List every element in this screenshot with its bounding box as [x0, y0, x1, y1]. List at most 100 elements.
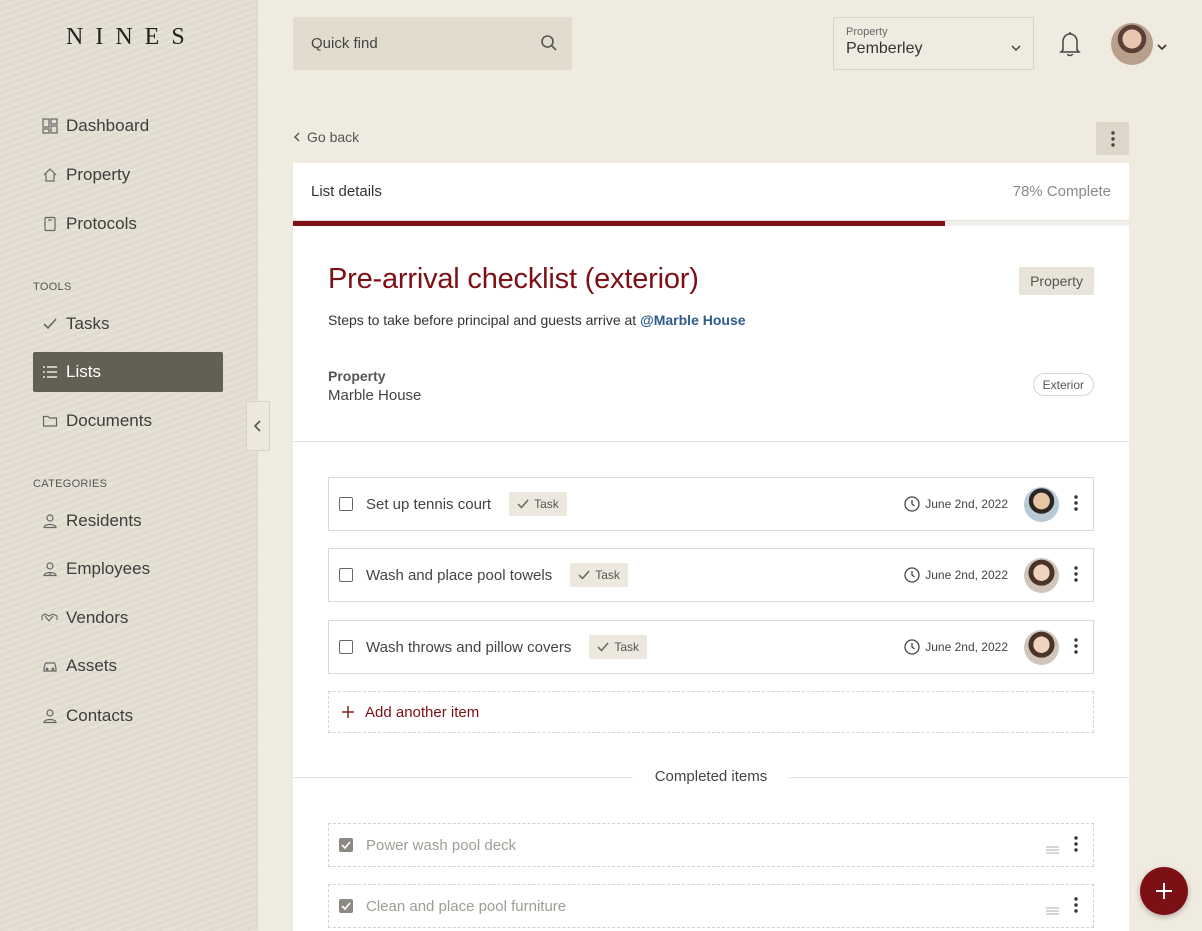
sidebar-item-label: Tasks	[66, 314, 110, 333]
sidebar-item-label: Protocols	[66, 214, 137, 233]
assignee-avatar[interactable]	[1024, 558, 1059, 593]
list-item[interactable]: Wash throws and pillow covers Task June …	[328, 620, 1094, 674]
item-label: Clean and place pool furniture	[366, 897, 567, 915]
sidebar-item-property[interactable]: Property	[33, 155, 223, 195]
car-icon	[41, 658, 58, 675]
item-label: Wash and place pool towels	[366, 566, 553, 584]
sidebar-item-contacts[interactable]: Contacts	[33, 696, 223, 736]
sidebar-item-tasks[interactable]: Tasks	[33, 304, 223, 344]
bell-icon[interactable]	[1058, 30, 1082, 63]
item-date-text: June 2nd, 2022	[925, 497, 1008, 511]
item-date: June 2nd, 2022	[904, 639, 1008, 655]
sidebar-item-residents[interactable]: Residents	[33, 501, 223, 541]
sidebar-item-label: Assets	[66, 656, 118, 675]
item-menu-button[interactable]	[1074, 566, 1078, 587]
add-item-button[interactable]: Add another item	[328, 691, 1094, 733]
sidebar-item-label: Lists	[66, 362, 101, 381]
item-checkbox[interactable]	[339, 497, 353, 511]
kebab-icon	[1074, 897, 1078, 913]
sidebar-item-employees[interactable]: Employees	[33, 549, 223, 589]
more-options-button[interactable]	[1096, 122, 1129, 155]
employee-icon	[41, 561, 58, 578]
assignee-avatar[interactable]	[1024, 630, 1059, 665]
drag-handle-icon[interactable]	[1046, 841, 1059, 859]
sidebar-item-label: Documents	[66, 411, 152, 430]
contacts-icon	[41, 708, 58, 725]
meta-label: Property	[328, 368, 386, 384]
card-header: List details 78% Complete	[293, 163, 1129, 220]
area-pill: Exterior	[1032, 373, 1094, 396]
completed-item[interactable]: Clean and place pool furniture	[328, 884, 1094, 928]
search-input[interactable]	[311, 35, 531, 52]
search-box[interactable]	[293, 17, 572, 70]
list-item[interactable]: Set up tennis court Task June 2nd, 2022	[328, 477, 1094, 531]
check-icon	[597, 642, 609, 652]
chevron-left-icon	[253, 420, 261, 432]
clock-icon	[904, 567, 920, 583]
property-select[interactable]: Property Pemberley	[833, 17, 1034, 70]
property-mention-link[interactable]: @Marble House	[640, 312, 745, 328]
item-menu-button[interactable]	[1074, 495, 1078, 516]
search-icon[interactable]	[540, 34, 558, 57]
assignee-avatar[interactable]	[1024, 487, 1059, 522]
person-icon	[41, 513, 58, 530]
item-label: Power wash pool deck	[366, 836, 517, 854]
property-select-label: Property	[846, 26, 888, 38]
plus-icon	[342, 706, 354, 718]
item-checkbox[interactable]	[339, 568, 353, 582]
check-icon	[578, 570, 590, 580]
item-checkbox-checked[interactable]	[339, 838, 353, 852]
list-details-card: List details 78% Complete Pre-arrival ch…	[293, 163, 1129, 931]
sidebar-item-dashboard[interactable]: Dashboard	[33, 106, 223, 146]
sidebar-item-protocols[interactable]: Protocols	[33, 204, 223, 244]
divider	[293, 441, 1129, 442]
chevron-down-icon[interactable]	[1157, 38, 1167, 56]
item-menu-button[interactable]	[1074, 638, 1078, 659]
list-title: Pre-arrival checklist (exterior)	[328, 263, 699, 295]
completion-text: 78% Complete	[1012, 183, 1111, 200]
list-item[interactable]: Wash and place pool towels Task June 2nd…	[328, 548, 1094, 602]
chevron-left-icon	[294, 132, 300, 142]
completed-items-heading: Completed items	[633, 768, 789, 785]
sidebar-item-lists[interactable]: Lists	[33, 352, 223, 392]
check-icon	[41, 316, 58, 333]
progress-bar	[293, 220, 1129, 226]
item-menu-button[interactable]	[1074, 897, 1078, 918]
drag-handle-icon[interactable]	[1046, 902, 1059, 920]
card-title: List details	[311, 183, 382, 200]
item-checkbox[interactable]	[339, 640, 353, 654]
completed-item[interactable]: Power wash pool deck	[328, 823, 1094, 867]
task-tag: Task	[570, 563, 628, 587]
sidebar-item-label: Property	[66, 165, 131, 184]
item-date-text: June 2nd, 2022	[925, 568, 1008, 582]
item-checkbox-checked[interactable]	[339, 899, 353, 913]
sidebar-item-label: Vendors	[66, 608, 129, 627]
item-date: June 2nd, 2022	[904, 496, 1008, 512]
add-fab-button[interactable]	[1140, 867, 1188, 915]
kebab-icon	[1074, 495, 1078, 511]
item-date: June 2nd, 2022	[904, 567, 1008, 583]
task-tag: Task	[509, 492, 567, 516]
sidebar-item-assets[interactable]: Assets	[33, 646, 223, 686]
logo[interactable]: NINES	[66, 24, 197, 51]
sidebar-item-documents[interactable]: Documents	[33, 401, 223, 441]
sidebar: NINES Dashboard Property Protocols TOOLS…	[0, 0, 258, 931]
tools-section-label: TOOLS	[33, 281, 72, 293]
go-back-link[interactable]: Go back	[294, 129, 359, 145]
chevron-down-icon	[1011, 39, 1021, 57]
check-icon	[341, 902, 351, 910]
sidebar-collapse-button[interactable]	[246, 401, 270, 451]
sidebar-item-vendors[interactable]: Vendors	[33, 598, 223, 638]
item-label: Set up tennis court	[366, 495, 492, 513]
progress-fill	[293, 221, 946, 226]
categories-section-label: CATEGORIES	[33, 478, 108, 490]
add-item-label: Add another item	[365, 703, 480, 721]
sidebar-item-label: Employees	[66, 559, 151, 578]
task-tag-label: Task	[534, 497, 559, 511]
task-tag-label: Task	[614, 640, 640, 654]
task-tag: Task	[589, 635, 648, 659]
item-menu-button[interactable]	[1074, 836, 1078, 857]
user-avatar[interactable]	[1111, 23, 1153, 65]
kebab-icon	[1074, 638, 1078, 654]
list-description: Steps to take before principal and guest…	[328, 312, 746, 328]
